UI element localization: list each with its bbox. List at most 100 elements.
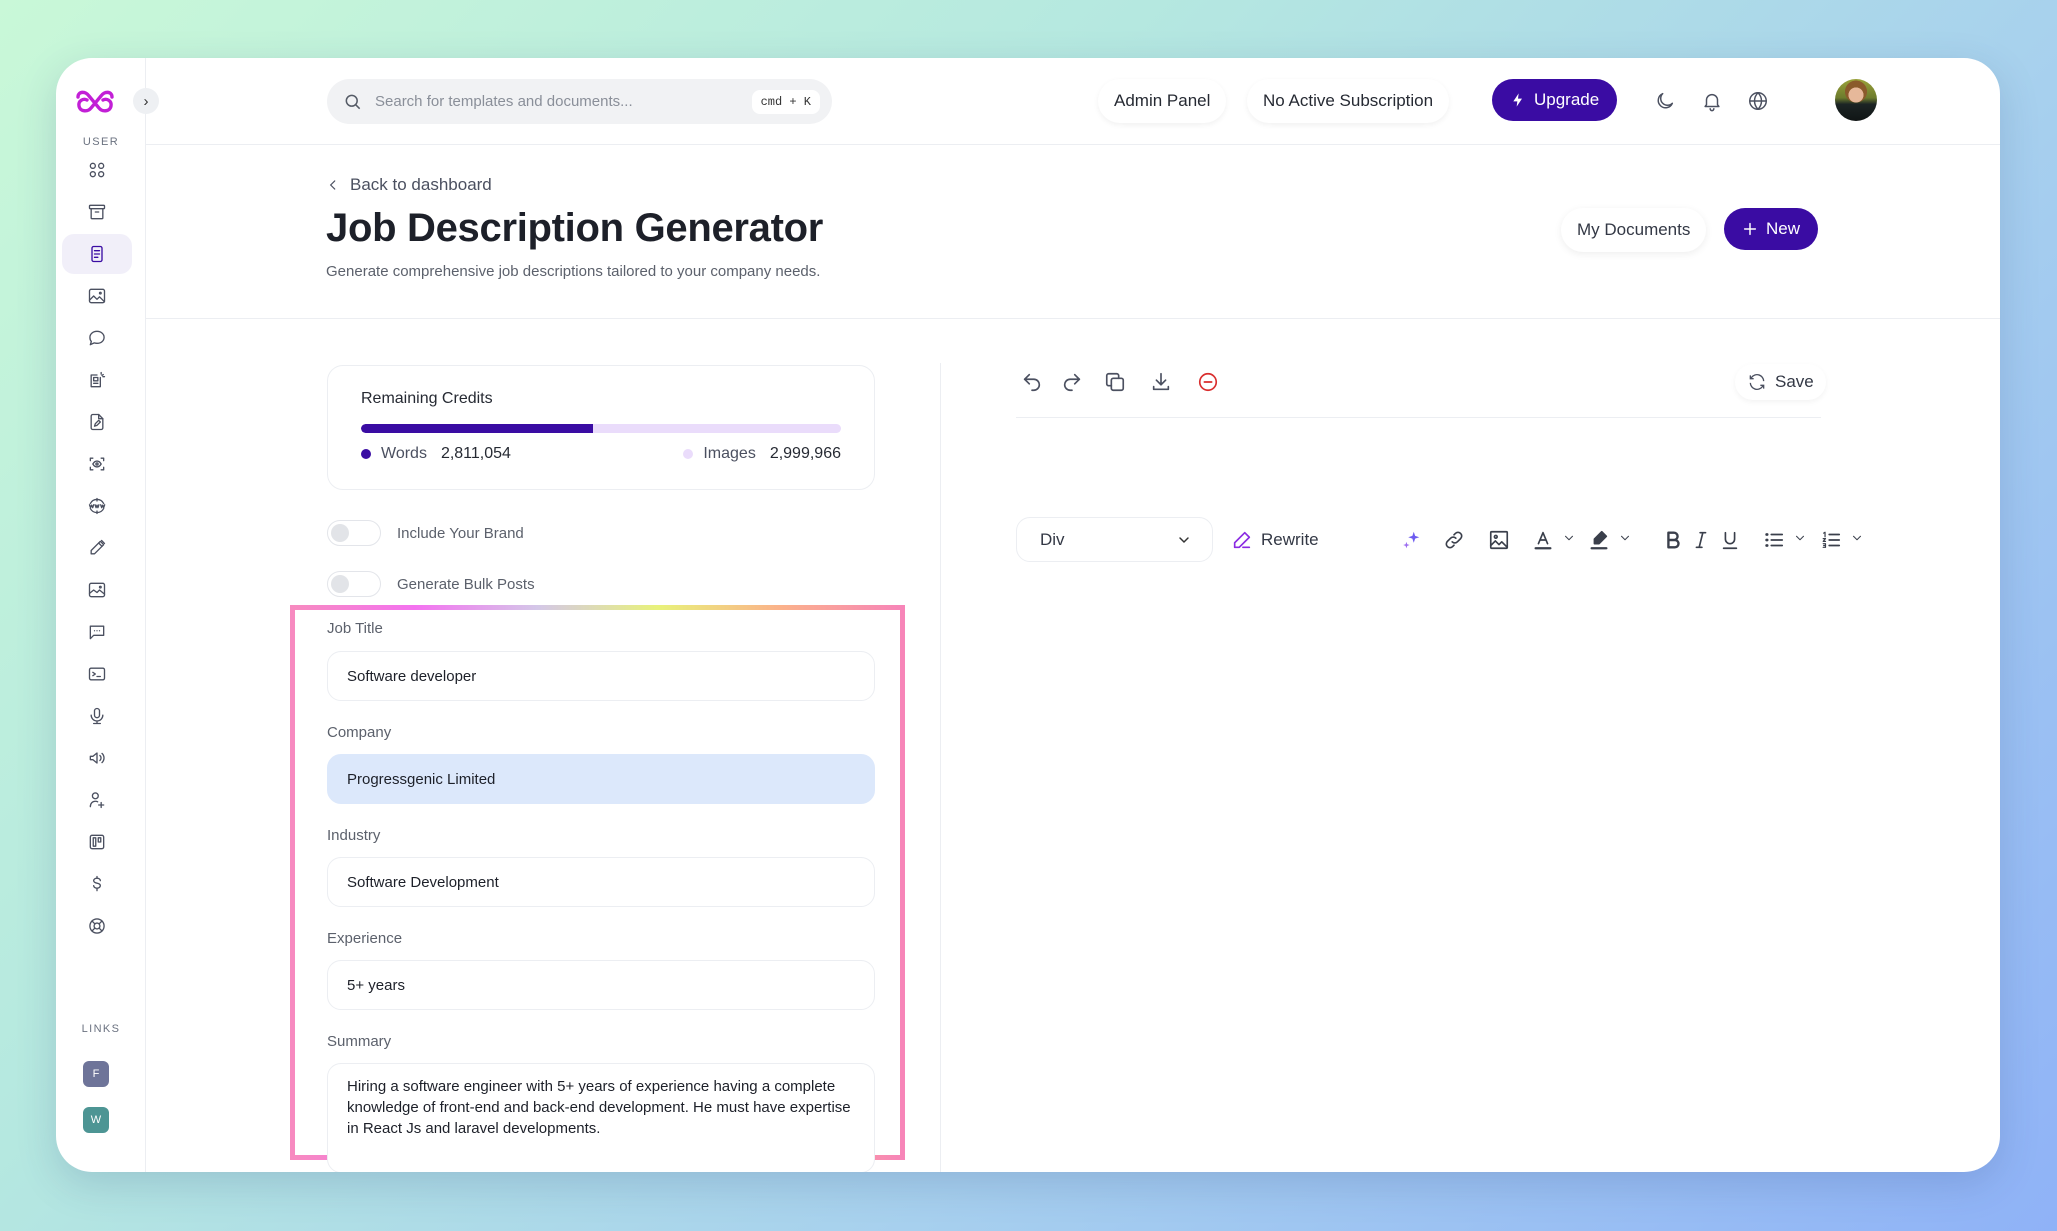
sidebar-item-image-gen[interactable]: [62, 570, 132, 610]
link-badge-f[interactable]: F: [83, 1061, 109, 1087]
chevron-left-icon: [329, 180, 336, 190]
sidebar-item-images[interactable]: [62, 276, 132, 316]
words-label: Words: [381, 445, 427, 462]
rewrite-button[interactable]: Rewrite: [1231, 527, 1319, 553]
bulk-posts-toggle[interactable]: [327, 571, 381, 597]
sidebar-item-messages[interactable]: [62, 612, 132, 652]
italic-button[interactable]: [1690, 527, 1712, 553]
chevron-down-icon: [1620, 535, 1630, 541]
header-divider: [146, 318, 2000, 319]
admin-panel-button[interactable]: Admin Panel: [1098, 79, 1227, 123]
sidebar-item-file-edit[interactable]: [62, 402, 132, 442]
back-link-label: Back to dashboard: [350, 175, 492, 194]
clear-button[interactable]: [1196, 370, 1220, 394]
grid-icon: [89, 162, 105, 178]
sidebar-item-documents[interactable]: [62, 234, 132, 274]
user-avatar[interactable]: [1835, 79, 1877, 121]
new-document-button[interactable]: New: [1724, 208, 1819, 250]
summary-textarea[interactable]: Hiring a software engineer with 5+ years…: [327, 1063, 875, 1172]
sidebar: USER LINKS F W: [56, 58, 146, 1172]
search-bar[interactable]: cmd + K: [327, 79, 832, 124]
undo-button[interactable]: [1020, 370, 1044, 394]
company-input[interactable]: [327, 754, 875, 804]
credits-legend: Words 2,811,054 Images 2,999,966: [361, 445, 841, 463]
copy-button[interactable]: [1103, 370, 1127, 394]
link-icon: [1445, 531, 1463, 549]
job-title-input[interactable]: [327, 651, 875, 701]
sidebar-item-chat[interactable]: [62, 318, 132, 358]
kanban-icon: [89, 834, 105, 850]
moon-icon: [1657, 92, 1674, 109]
industry-label: Industry: [327, 827, 381, 844]
numbered-list-chevron[interactable]: [1850, 530, 1864, 550]
insert-image-button[interactable]: [1488, 527, 1510, 553]
images-credit: Images 2,999,966: [683, 445, 841, 463]
dollar-icon: [93, 875, 101, 892]
bell-icon: [1704, 93, 1720, 112]
highlight-chevron[interactable]: [1618, 530, 1632, 550]
include-brand-toggle[interactable]: [327, 520, 381, 546]
save-label: Save: [1775, 372, 1814, 391]
sidebar-item-ai-writer[interactable]: [62, 360, 132, 400]
language-button[interactable]: [1745, 88, 1771, 114]
pen-icon: [1233, 531, 1251, 549]
new-button-label: New: [1766, 219, 1801, 238]
highlighter-icon: [1590, 530, 1608, 550]
numbered-list-button[interactable]: [1820, 527, 1864, 553]
sidebar-item-pricing[interactable]: [62, 864, 132, 904]
link-badge-w[interactable]: W: [83, 1107, 109, 1133]
include-brand-toggle-row: Include Your Brand: [327, 520, 524, 546]
minus-circle-icon: [1198, 372, 1218, 392]
include-brand-label: Include Your Brand: [397, 524, 524, 542]
chat-bubble-icon: [89, 330, 105, 346]
terminal-icon: [88, 667, 106, 681]
sparkles-icon: [1403, 531, 1420, 549]
industry-input[interactable]: [327, 857, 875, 907]
text-color-button[interactable]: [1532, 527, 1576, 553]
notifications-button[interactable]: [1699, 88, 1725, 114]
undo-icon: [1023, 373, 1041, 392]
sidebar-item-code[interactable]: [62, 654, 132, 694]
infinity-logo-icon[interactable]: [72, 88, 118, 114]
highlight-color-button[interactable]: [1588, 527, 1632, 553]
sidebar-item-voice[interactable]: [62, 696, 132, 736]
upgrade-button[interactable]: Upgrade: [1492, 79, 1618, 121]
underline-button[interactable]: [1719, 527, 1741, 553]
bulk-posts-label: Generate Bulk Posts: [397, 575, 535, 593]
back-to-dashboard-link[interactable]: Back to dashboard: [326, 175, 492, 195]
experience-label: Experience: [327, 930, 403, 947]
text-color-chevron[interactable]: [1562, 530, 1576, 550]
chevron-down-icon: [1179, 536, 1189, 543]
sidebar-item-web[interactable]: [62, 486, 132, 526]
section-label-user: USER: [82, 136, 120, 148]
sidebar-item-board[interactable]: [62, 822, 132, 862]
ai-sparkle-button[interactable]: [1400, 527, 1422, 553]
sidebar-item-pencil[interactable]: [62, 528, 132, 568]
words-progress-fill: [361, 424, 594, 433]
sidebar-item-speech[interactable]: [62, 738, 132, 778]
globe-icon: [1749, 92, 1767, 110]
sidebar-item-dashboard[interactable]: [62, 150, 132, 190]
bullet-list-button[interactable]: [1763, 527, 1807, 553]
search-shortcut-hint: cmd + K: [751, 89, 820, 114]
redo-button[interactable]: [1060, 370, 1084, 394]
subscription-button[interactable]: No Active Subscription: [1247, 79, 1450, 123]
block-type-select[interactable]: Div: [1016, 517, 1213, 562]
link-button[interactable]: [1443, 527, 1465, 553]
experience-input[interactable]: [327, 960, 875, 1010]
sidebar-item-vision[interactable]: [62, 444, 132, 484]
sidebar-item-support[interactable]: [62, 906, 132, 946]
download-button[interactable]: [1149, 370, 1173, 394]
dark-mode-toggle[interactable]: [1652, 88, 1678, 114]
sidebar-item-affiliates[interactable]: [62, 780, 132, 820]
bullet-list-chevron[interactable]: [1793, 530, 1807, 550]
bold-button[interactable]: [1662, 527, 1684, 553]
save-button[interactable]: Save: [1735, 364, 1826, 400]
search-input[interactable]: [375, 93, 752, 110]
italic-icon: [1695, 531, 1707, 549]
sidebar-expand-button[interactable]: ›: [133, 88, 159, 114]
microphone-icon: [90, 707, 104, 725]
my-documents-button[interactable]: My Documents: [1561, 208, 1707, 252]
download-icon: [1152, 372, 1170, 391]
sidebar-item-archive[interactable]: [62, 192, 132, 232]
